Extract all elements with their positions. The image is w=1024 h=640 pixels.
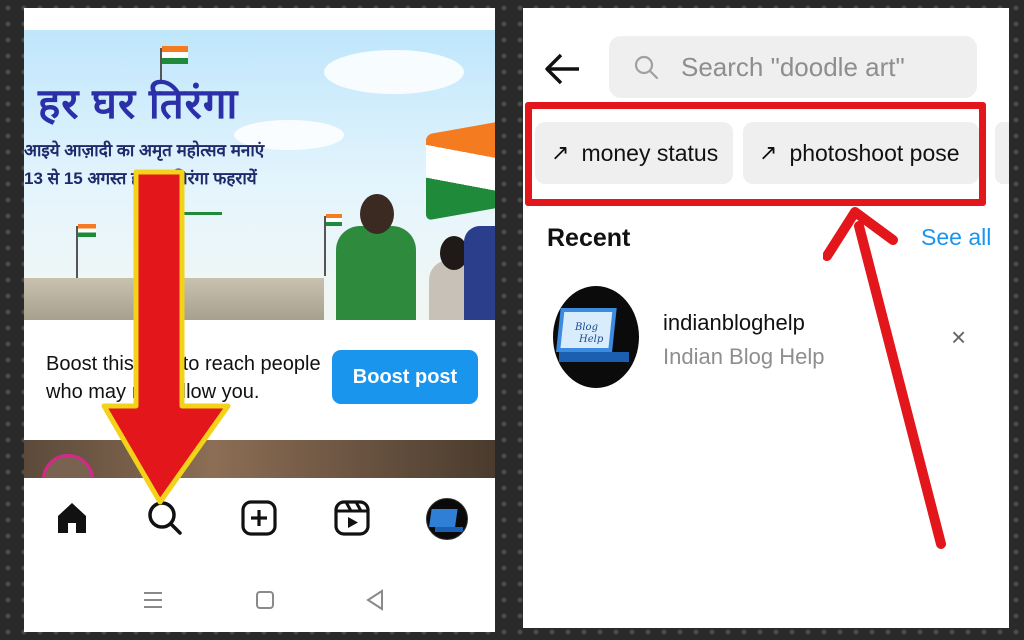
small-flag [326,214,342,226]
post-image: हर घर तिरंगा आइये आज़ादी का अमृत महोत्सव… [24,30,495,320]
account-avatar[interactable]: Blog Help [553,286,639,388]
left-phone-screen: हर घर तिरंगा आइये आज़ादी का अमृत महोत्सव… [24,8,495,632]
red-arrow-annotation [101,169,231,505]
red-pointer-annotation [823,207,946,549]
svg-text:Blog: Blog [574,322,598,333]
home-square-icon[interactable] [254,588,276,617]
person-green-shirt [336,226,416,320]
back-triangle-icon[interactable] [364,588,386,617]
boost-post-button[interactable]: Boost post [332,350,478,404]
highlight-box-annotation [525,102,986,206]
search-placeholder: Search "doodle art" [681,52,905,82]
reels-icon[interactable] [332,498,372,538]
tricolour-flag [426,121,495,221]
small-flag [78,224,96,237]
account-full-name: Indian Blog Help [663,344,825,369]
right-phone-screen: Search "doodle art" ↗ money status ↗ pho… [523,8,1009,628]
svg-text:Help: Help [578,334,604,345]
suggestion-chip-partial[interactable] [995,122,1009,184]
banner-line-1: आइये आज़ादी का अमृत महोत्सव मनाएं [24,141,265,160]
bottom-navigation [24,478,495,556]
profile-avatar[interactable] [426,498,468,540]
system-navigation-bar [24,576,495,626]
person-head [360,194,394,234]
menu-icon[interactable] [142,588,164,617]
home-icon[interactable] [52,498,92,538]
cloud [324,50,464,94]
search-input[interactable]: Search "doodle art" [609,36,977,98]
person-blue [464,226,495,320]
recent-heading: Recent [547,224,631,252]
banner-title: हर घर तिरंगा [38,80,239,127]
small-flag [162,46,188,64]
next-post-preview [24,440,495,480]
back-arrow-icon[interactable] [543,52,583,91]
account-username[interactable]: indianbloghelp [663,310,805,336]
search-icon [633,54,659,85]
create-icon[interactable] [239,498,279,538]
